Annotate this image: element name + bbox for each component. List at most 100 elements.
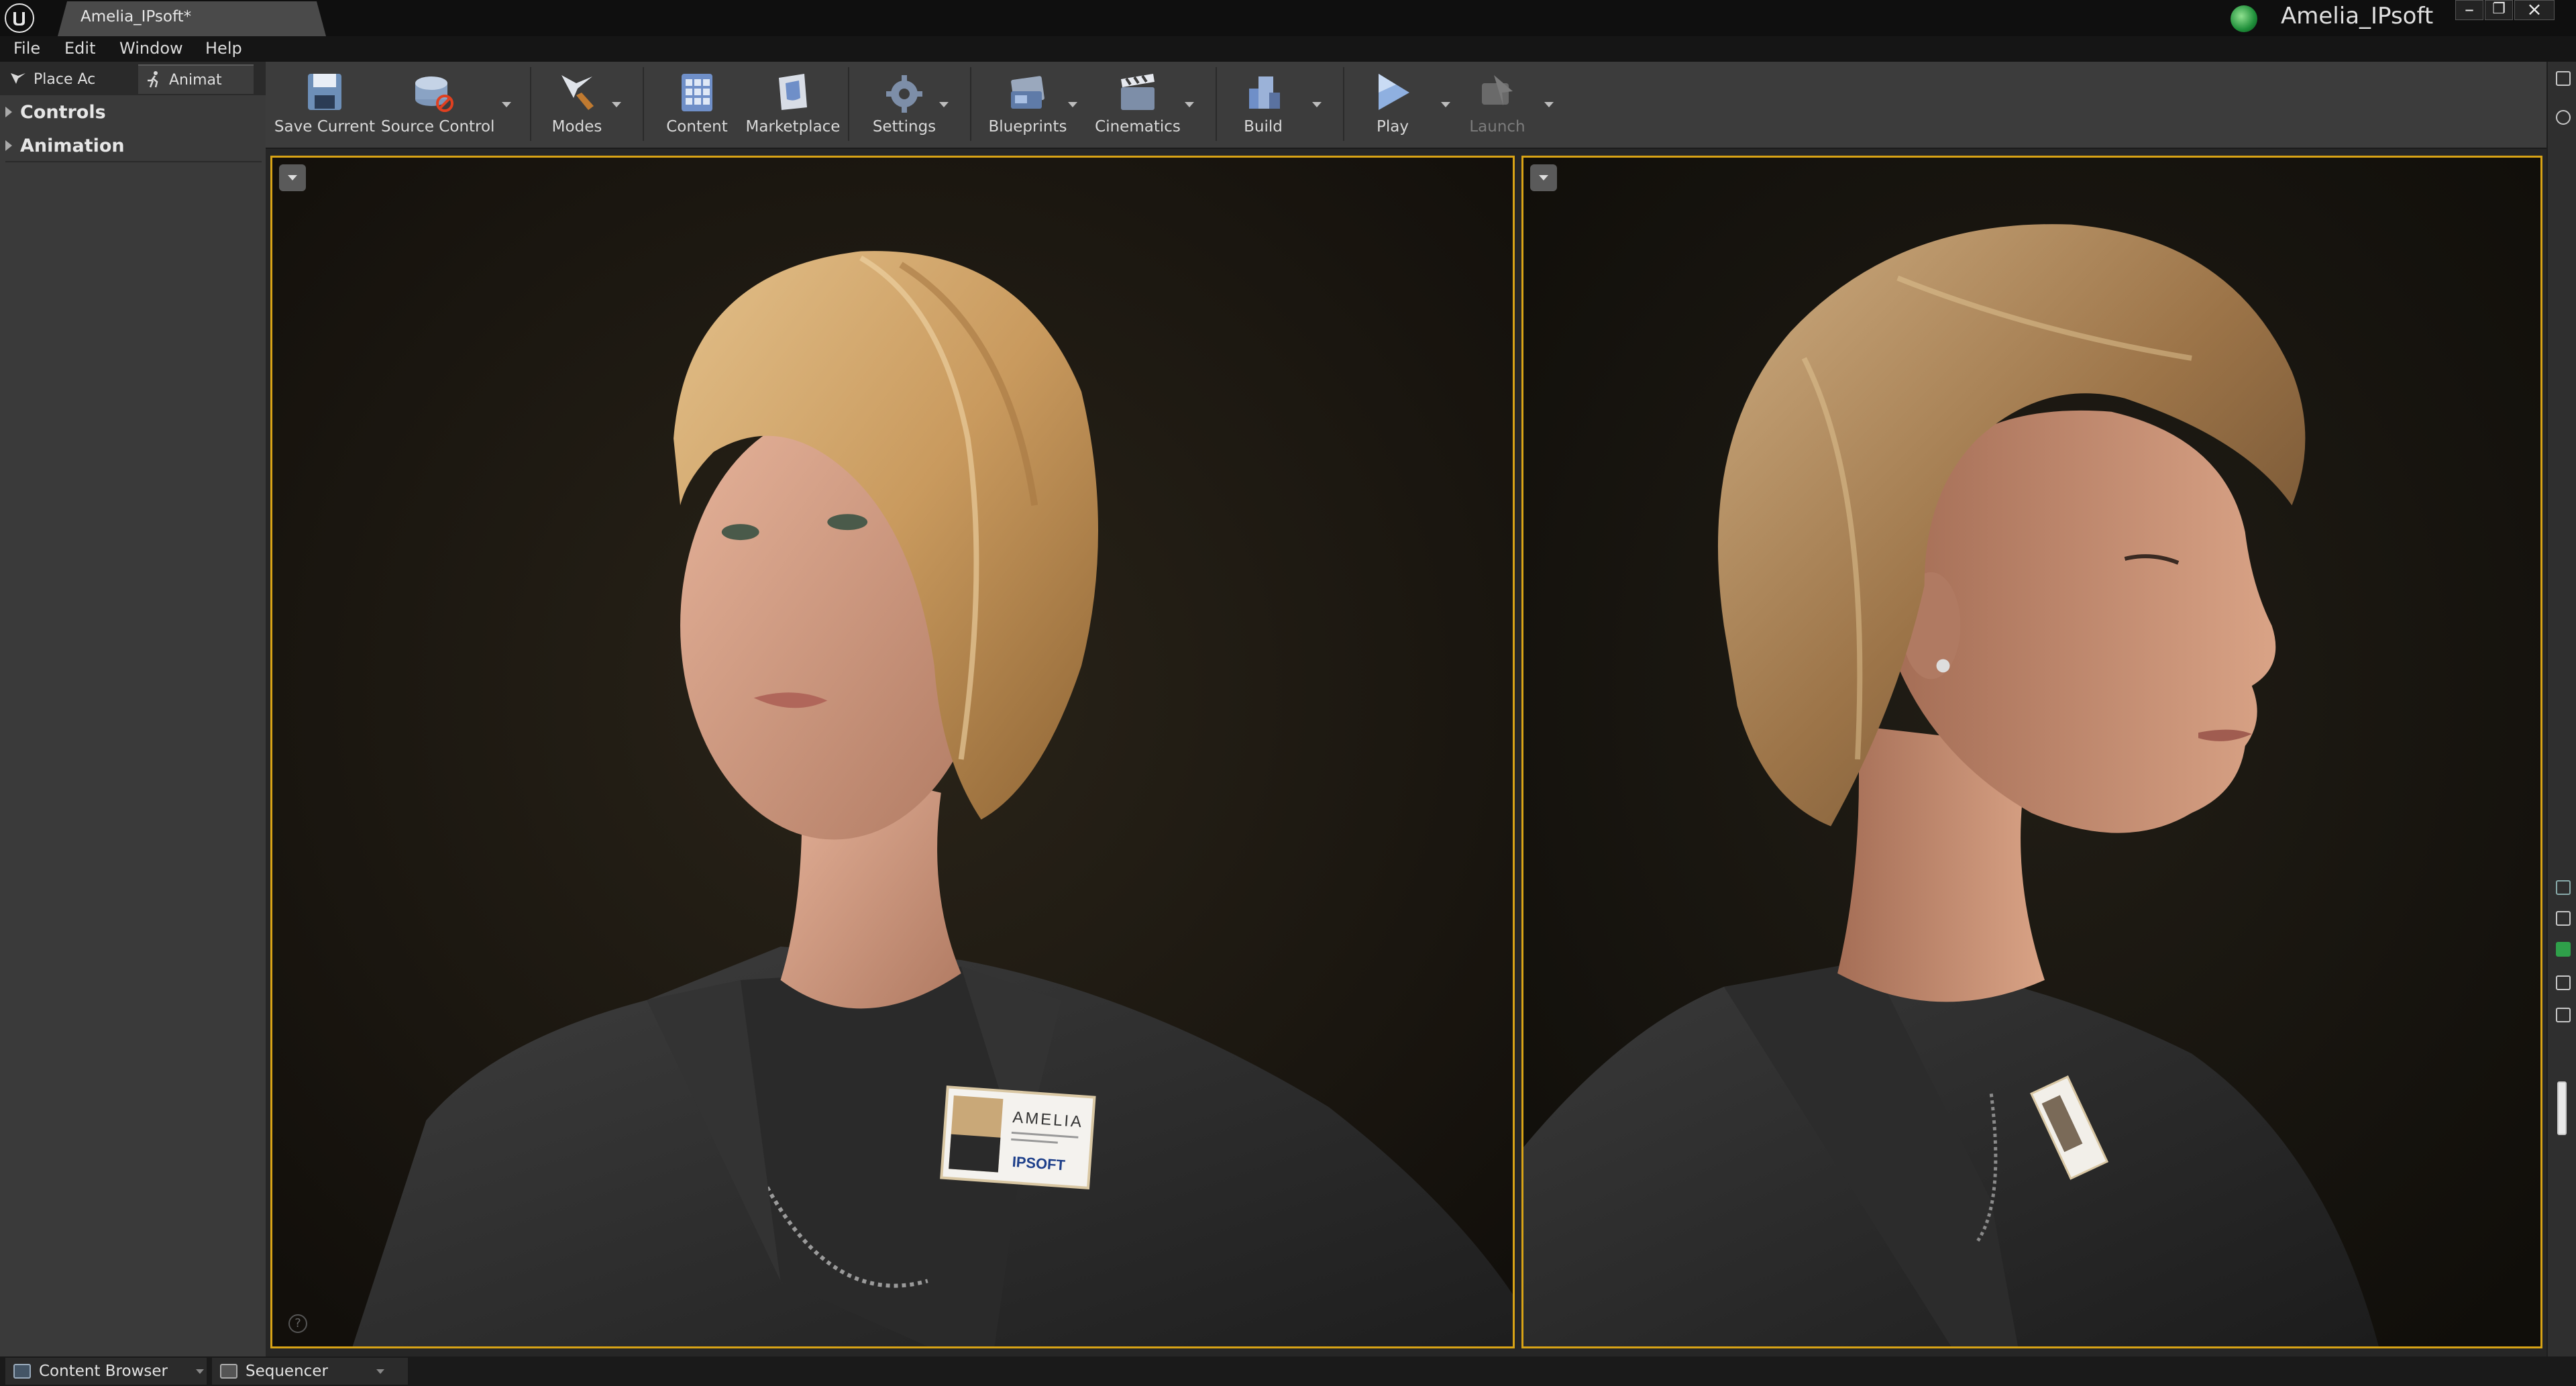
source-control-icon — [415, 76, 453, 112]
button-label: Modes — [551, 118, 602, 136]
tab-animation-label: Animat — [169, 71, 222, 89]
tab-animation-mode[interactable]: Animat — [138, 64, 254, 94]
scrollbar-thumb[interactable] — [2557, 1081, 2567, 1135]
expand-arrow-icon[interactable] — [5, 140, 12, 151]
menu-help[interactable]: Help — [205, 39, 242, 58]
button-label: Blueprints — [988, 118, 1067, 136]
camera-icon[interactable] — [2556, 1008, 2571, 1022]
modes-icon — [561, 75, 594, 110]
source-control-button[interactable]: Source Control — [381, 66, 495, 145]
cinematics-icon — [1121, 74, 1155, 110]
marketplace-icon — [779, 74, 807, 110]
tab-label: Content Browser — [39, 1363, 168, 1380]
viewport-options-button[interactable] — [1530, 164, 1557, 191]
content-browser-icon — [13, 1364, 31, 1379]
right-side-strip — [2546, 62, 2576, 1356]
content-button[interactable]: Content — [653, 66, 741, 145]
details-icon[interactable] — [2556, 71, 2571, 86]
blueprints-icon — [1011, 76, 1044, 109]
build-dropdown-icon[interactable] — [1312, 102, 1322, 107]
expand-arrow-icon[interactable] — [5, 107, 12, 117]
separator — [1216, 67, 1217, 141]
button-label: Build — [1244, 118, 1283, 136]
source-control-status-icon[interactable] — [2231, 5, 2257, 32]
build-icon — [1249, 76, 1280, 109]
menu-file[interactable]: File — [13, 39, 40, 58]
unreal-logo-icon[interactable] — [4, 3, 35, 34]
build-button[interactable]: Build — [1226, 66, 1300, 145]
cinematics-dropdown-icon[interactable] — [1185, 102, 1194, 107]
button-label: Marketplace — [745, 118, 841, 136]
launch-button[interactable]: Launch — [1457, 66, 1538, 145]
name-badge: AMELIA IPSOFT — [940, 1085, 1096, 1189]
zoom-icon[interactable] — [2556, 975, 2571, 990]
save-current-button[interactable]: Save Current — [274, 66, 376, 145]
search-icon[interactable] — [2556, 110, 2571, 125]
separator — [1343, 67, 1344, 141]
tree-item-label: Controls — [20, 101, 106, 123]
blueprints-dropdown-icon[interactable] — [1068, 102, 1077, 107]
modes-tabs: Place Ac Animat — [0, 62, 266, 95]
menu-bar: File Edit Window Help — [0, 36, 2576, 62]
button-label: Save Current — [274, 118, 376, 136]
minimize-button[interactable]: – — [2455, 0, 2483, 20]
separator — [970, 67, 971, 141]
document-tab[interactable]: Amelia_IPsoft* — [58, 1, 326, 36]
cinematics-button[interactable]: Cinematics — [1088, 66, 1187, 145]
blueprints-button[interactable]: Blueprints — [981, 66, 1075, 145]
viewport-options-button[interactable] — [279, 164, 306, 191]
chevron-down-icon[interactable] — [196, 1369, 204, 1374]
tab-sequencer[interactable]: Sequencer — [212, 1358, 408, 1385]
save-icon — [308, 74, 341, 110]
settings-button[interactable]: Settings — [863, 66, 946, 145]
play-icon — [1379, 74, 1409, 110]
marketplace-button[interactable]: Marketplace — [743, 66, 843, 145]
restore-button[interactable]: ❐ — [2485, 0, 2513, 20]
project-name: Amelia_IPsoft — [2281, 3, 2434, 30]
help-icon[interactable]: ? — [288, 1314, 307, 1333]
button-label: Content — [666, 118, 728, 136]
options-icon[interactable] — [2556, 880, 2571, 895]
tab-label: Sequencer — [246, 1363, 328, 1380]
viewport-left[interactable]: AMELIA IPSOFT ? — [270, 156, 1515, 1348]
separator — [530, 67, 531, 141]
modes-button[interactable]: Modes — [535, 66, 619, 145]
button-label: Settings — [872, 118, 936, 136]
separator — [643, 67, 644, 141]
menu-window[interactable]: Window — [119, 39, 183, 58]
content-icon — [682, 74, 712, 111]
button-label: Source Control — [381, 118, 495, 136]
separator — [848, 67, 849, 141]
viewport-right[interactable] — [1521, 156, 2542, 1348]
add-icon[interactable] — [2556, 942, 2571, 957]
running-figure-icon — [148, 71, 158, 88]
left-panel: Place Ac Animat Controls Animation — [0, 62, 266, 1356]
home-icon[interactable] — [2556, 911, 2571, 926]
menu-edit[interactable]: Edit — [64, 39, 95, 58]
character-render-front: AMELIA IPSOFT — [272, 158, 1513, 1346]
button-label: Play — [1377, 118, 1409, 136]
divider — [5, 161, 262, 162]
document-tab-label: Amelia_IPsoft* — [80, 8, 192, 25]
tree-item-animation[interactable]: Animation — [5, 130, 260, 161]
title-bar: Amelia_IPsoft* Amelia_IPsoft – ❐ × — [0, 0, 2576, 36]
sequencer-icon — [220, 1364, 237, 1379]
bottom-bar: Content Browser Sequencer — [0, 1356, 2576, 1386]
chevron-down-icon[interactable] — [376, 1369, 384, 1374]
launch-dropdown-icon[interactable] — [1544, 102, 1554, 107]
character-render-profile — [1523, 158, 2540, 1346]
settings-dropdown-icon[interactable] — [939, 102, 949, 107]
tree-item-controls[interactable]: Controls — [5, 97, 260, 127]
play-button[interactable]: Play — [1352, 66, 1433, 145]
settings-icon — [886, 75, 922, 113]
source-control-dropdown-icon[interactable] — [502, 102, 511, 107]
close-button[interactable]: × — [2514, 0, 2555, 20]
modes-dropdown-icon[interactable] — [612, 102, 621, 107]
place-actors-icon — [11, 73, 25, 84]
play-dropdown-icon[interactable] — [1441, 102, 1450, 107]
tab-content-browser[interactable]: Content Browser — [5, 1358, 207, 1385]
main-toolbar: Save Current Source Control Modes Conten… — [266, 62, 2546, 149]
launch-icon — [1482, 75, 1513, 106]
tab-place-label: Place Ac — [34, 70, 96, 88]
tab-place-actors[interactable]: Place Ac — [8, 64, 95, 94]
